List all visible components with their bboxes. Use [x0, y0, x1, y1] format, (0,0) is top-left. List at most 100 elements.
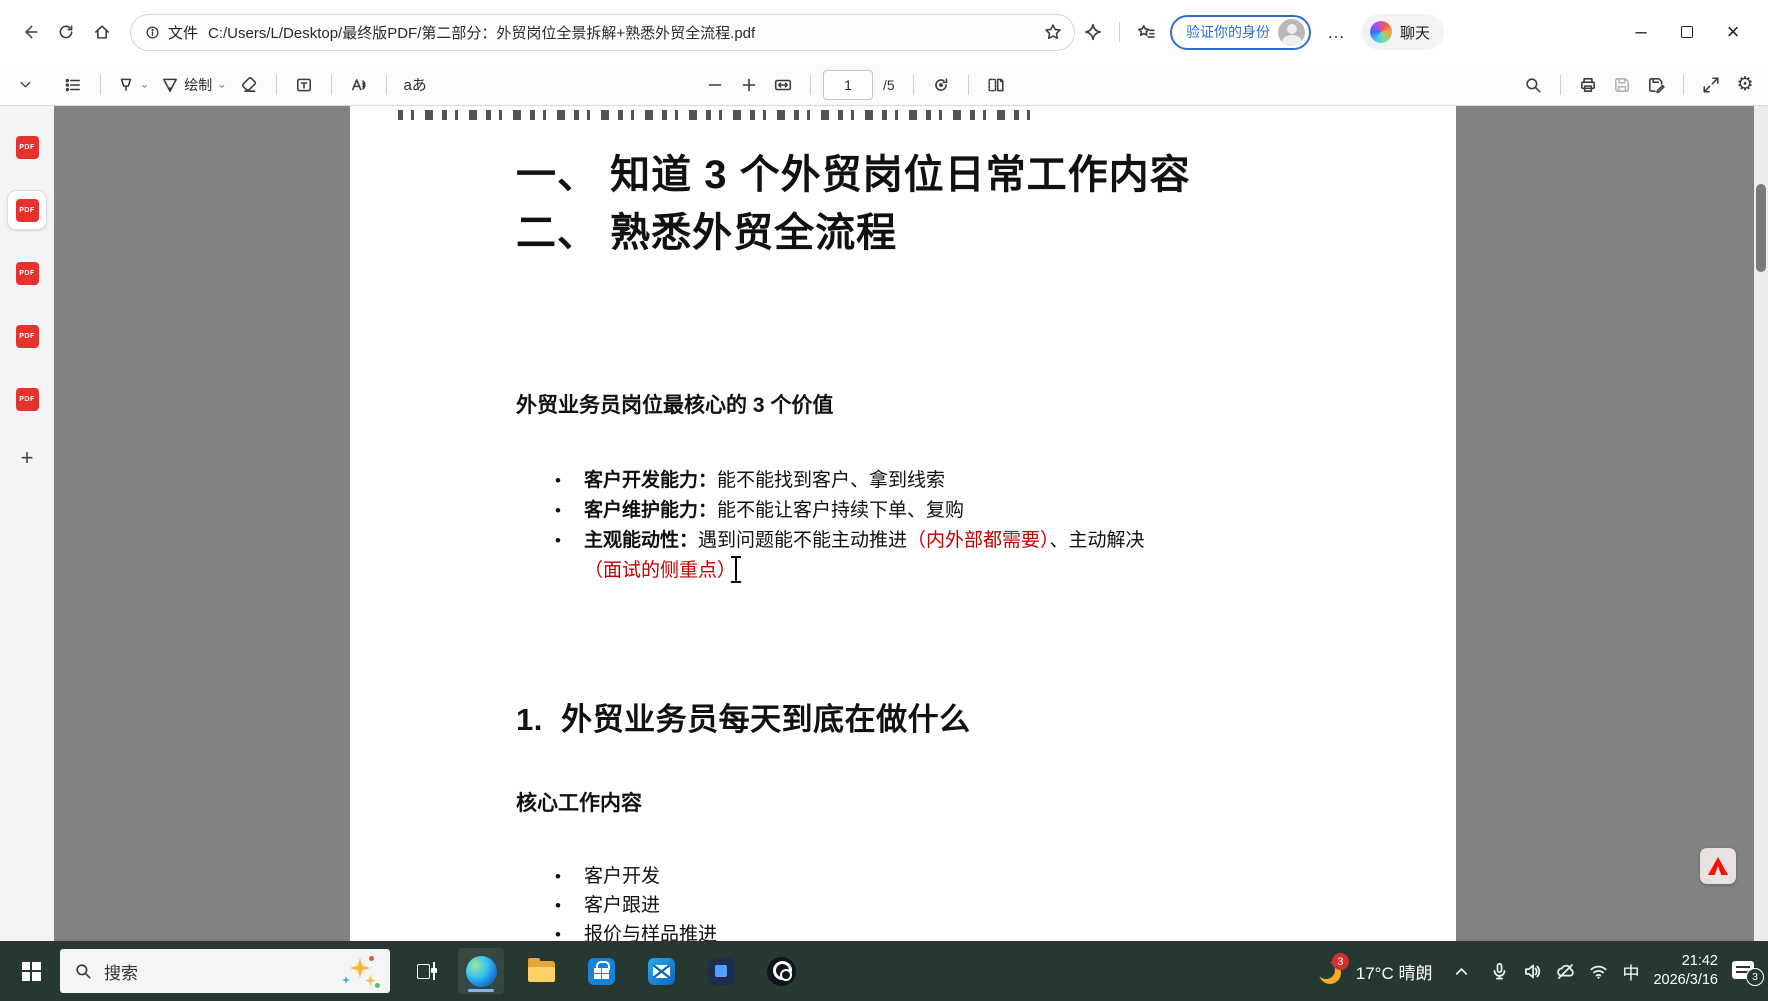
translate-icon: aあ [403, 74, 426, 95]
value-bullet-list: • 客户开发能力：能不能找到客户、拿到线索 • 客户维护能力：能不能让客户持续下… [555, 466, 1415, 586]
list-item: •客户跟进 [555, 891, 717, 920]
refresh-button[interactable] [48, 14, 84, 50]
eraser-icon [240, 76, 258, 94]
gear-icon: ⚙ [1736, 73, 1753, 96]
search-icon [1524, 76, 1542, 94]
read-aloud-button[interactable] [344, 69, 374, 101]
content-area: PDF PDF PDF PDF PDF + 一、 知道 3 个外贸岗位日常工作内… [0, 106, 1768, 941]
tab-pdf-3[interactable]: PDF [8, 254, 46, 292]
favorite-star-icon[interactable] [1044, 23, 1062, 41]
fullscreen-button[interactable] [1696, 69, 1726, 101]
close-button[interactable]: × [1710, 12, 1756, 52]
tab-pdf-1[interactable]: PDF [8, 128, 46, 166]
save-as-icon [1647, 76, 1665, 94]
taskbar-obs-button[interactable] [758, 948, 804, 994]
taskbar-explorer-button[interactable] [518, 948, 564, 994]
open-in-acrobat-button[interactable] [1700, 848, 1736, 884]
toc-button[interactable] [58, 69, 88, 101]
bullet-icon: • [555, 920, 584, 941]
erase-button[interactable] [234, 69, 264, 101]
tab-pdf-2-active[interactable]: PDF [8, 191, 46, 229]
tab-pdf-5[interactable]: PDF [8, 380, 46, 418]
taskbar-edge-button[interactable] [458, 948, 504, 994]
text-box-icon [295, 76, 313, 94]
pdf-settings-button[interactable]: ⚙ [1730, 69, 1760, 101]
heading-line-1: 一、 知道 3 个外贸岗位日常工作内容 [516, 146, 1191, 204]
chevron-up-icon [1452, 962, 1471, 981]
vertical-scrollbar[interactable] [1754, 106, 1768, 941]
bullet-icon: • [555, 526, 584, 556]
vertical-tab-strip: PDF PDF PDF PDF PDF + [0, 106, 54, 941]
search-document-button[interactable] [1518, 69, 1548, 101]
network-icon[interactable] [1589, 962, 1608, 981]
onedrive-paused-icon[interactable] [1556, 962, 1575, 981]
core-bullet-list: •客户开发 •客户跟进 •报价与样品推进 [555, 862, 717, 941]
collapse-tabstrip-button[interactable] [10, 69, 40, 101]
add-text-button[interactable] [289, 69, 319, 101]
taskbar-store-button[interactable] [578, 948, 624, 994]
page-number-input[interactable] [823, 70, 873, 100]
speaker-icon[interactable] [1523, 962, 1542, 981]
fit-to-width-button[interactable] [768, 69, 798, 101]
scrollbar-thumb[interactable] [1756, 184, 1766, 272]
pdf-viewer: 一、 知道 3 个外贸岗位日常工作内容 二、 熟悉外贸全流程 外贸业务员岗位最核… [54, 106, 1754, 941]
translate-button[interactable]: aあ [399, 69, 430, 101]
titlebar-divider [1119, 22, 1120, 42]
browser-essentials-button[interactable] [1075, 14, 1111, 50]
app-icon [708, 958, 735, 985]
outlook-icon [648, 958, 675, 985]
page-view-button[interactable] [981, 69, 1011, 101]
read-aloud-icon [350, 76, 368, 94]
table-of-contents-icon [64, 76, 82, 94]
zoom-out-button[interactable] [700, 69, 730, 101]
new-tab-button[interactable]: + [21, 445, 34, 471]
chevron-down-icon [18, 77, 33, 92]
rotate-button[interactable] [926, 69, 956, 101]
taskbar-clock[interactable]: 21:42 2026/3/16 [1653, 952, 1718, 990]
save-as-button[interactable] [1641, 69, 1671, 101]
draw-button[interactable]: 绘制 ⌄ [157, 69, 230, 101]
minimize-button[interactable]: – [1618, 12, 1664, 52]
back-button[interactable] [12, 14, 48, 50]
maximize-button[interactable] [1664, 12, 1710, 52]
print-button[interactable] [1573, 69, 1603, 101]
tray-expand-button[interactable] [1446, 948, 1476, 994]
page-total-label: /5 [883, 77, 895, 93]
highlight-button[interactable]: ⌄ [113, 69, 153, 101]
taskbar-app-button[interactable] [698, 948, 744, 994]
chevron-down-icon: ⌄ [140, 79, 149, 89]
print-icon [1579, 76, 1597, 94]
tab-pdf-4[interactable]: PDF [8, 317, 46, 355]
microphone-icon[interactable] [1490, 962, 1509, 981]
zoom-in-button[interactable] [734, 69, 764, 101]
notification-center-button[interactable]: 3 [1732, 960, 1758, 982]
heading-line-2: 二、 熟悉外贸全流程 [516, 204, 1191, 262]
address-bar[interactable]: 文件 C:/Users/L/Desktop/最终版PDF/第二部分：外贸岗位全景… [130, 14, 1075, 51]
list-item: • 客户开发能力：能不能找到客户、拿到线索 [555, 466, 1415, 496]
windows-taskbar: 搜索 3 17°C 晴朗 [0, 941, 1768, 1001]
settings-more-button[interactable]: … [1317, 22, 1356, 43]
start-button[interactable] [8, 948, 54, 994]
weather-temp: 17°C [1356, 964, 1394, 983]
taskbar-search-box[interactable]: 搜索 [60, 949, 390, 993]
clock-time: 21:42 [1653, 952, 1718, 971]
edge-icon [466, 956, 497, 987]
pdf-file-icon: PDF [16, 262, 39, 285]
pdf-file-icon: PDF [16, 199, 39, 222]
taskbar-outlook-button[interactable] [638, 948, 684, 994]
file-explorer-icon [528, 961, 555, 982]
ime-indicator[interactable]: 中 [1622, 959, 1639, 984]
favorites-bar-button[interactable] [1128, 14, 1164, 50]
section-1-heading: 1. 外贸业务员每天到底在做什么 [516, 694, 971, 739]
home-button[interactable] [84, 14, 120, 50]
weather-widget[interactable]: 3 17°C 晴朗 [1317, 956, 1433, 986]
pdf-file-icon: PDF [16, 325, 39, 348]
task-view-button[interactable] [404, 948, 450, 994]
profile-avatar [1278, 19, 1305, 46]
page-view-icon [987, 76, 1005, 94]
value-heading: 外贸业务员岗位最核心的 3 个价值 [516, 389, 833, 419]
verify-identity-button[interactable]: 验证你的身份 [1170, 15, 1311, 50]
weather-badge: 3 [1332, 953, 1349, 970]
plus-icon [740, 76, 758, 94]
copilot-chat-button[interactable]: 聊天 [1362, 14, 1444, 50]
